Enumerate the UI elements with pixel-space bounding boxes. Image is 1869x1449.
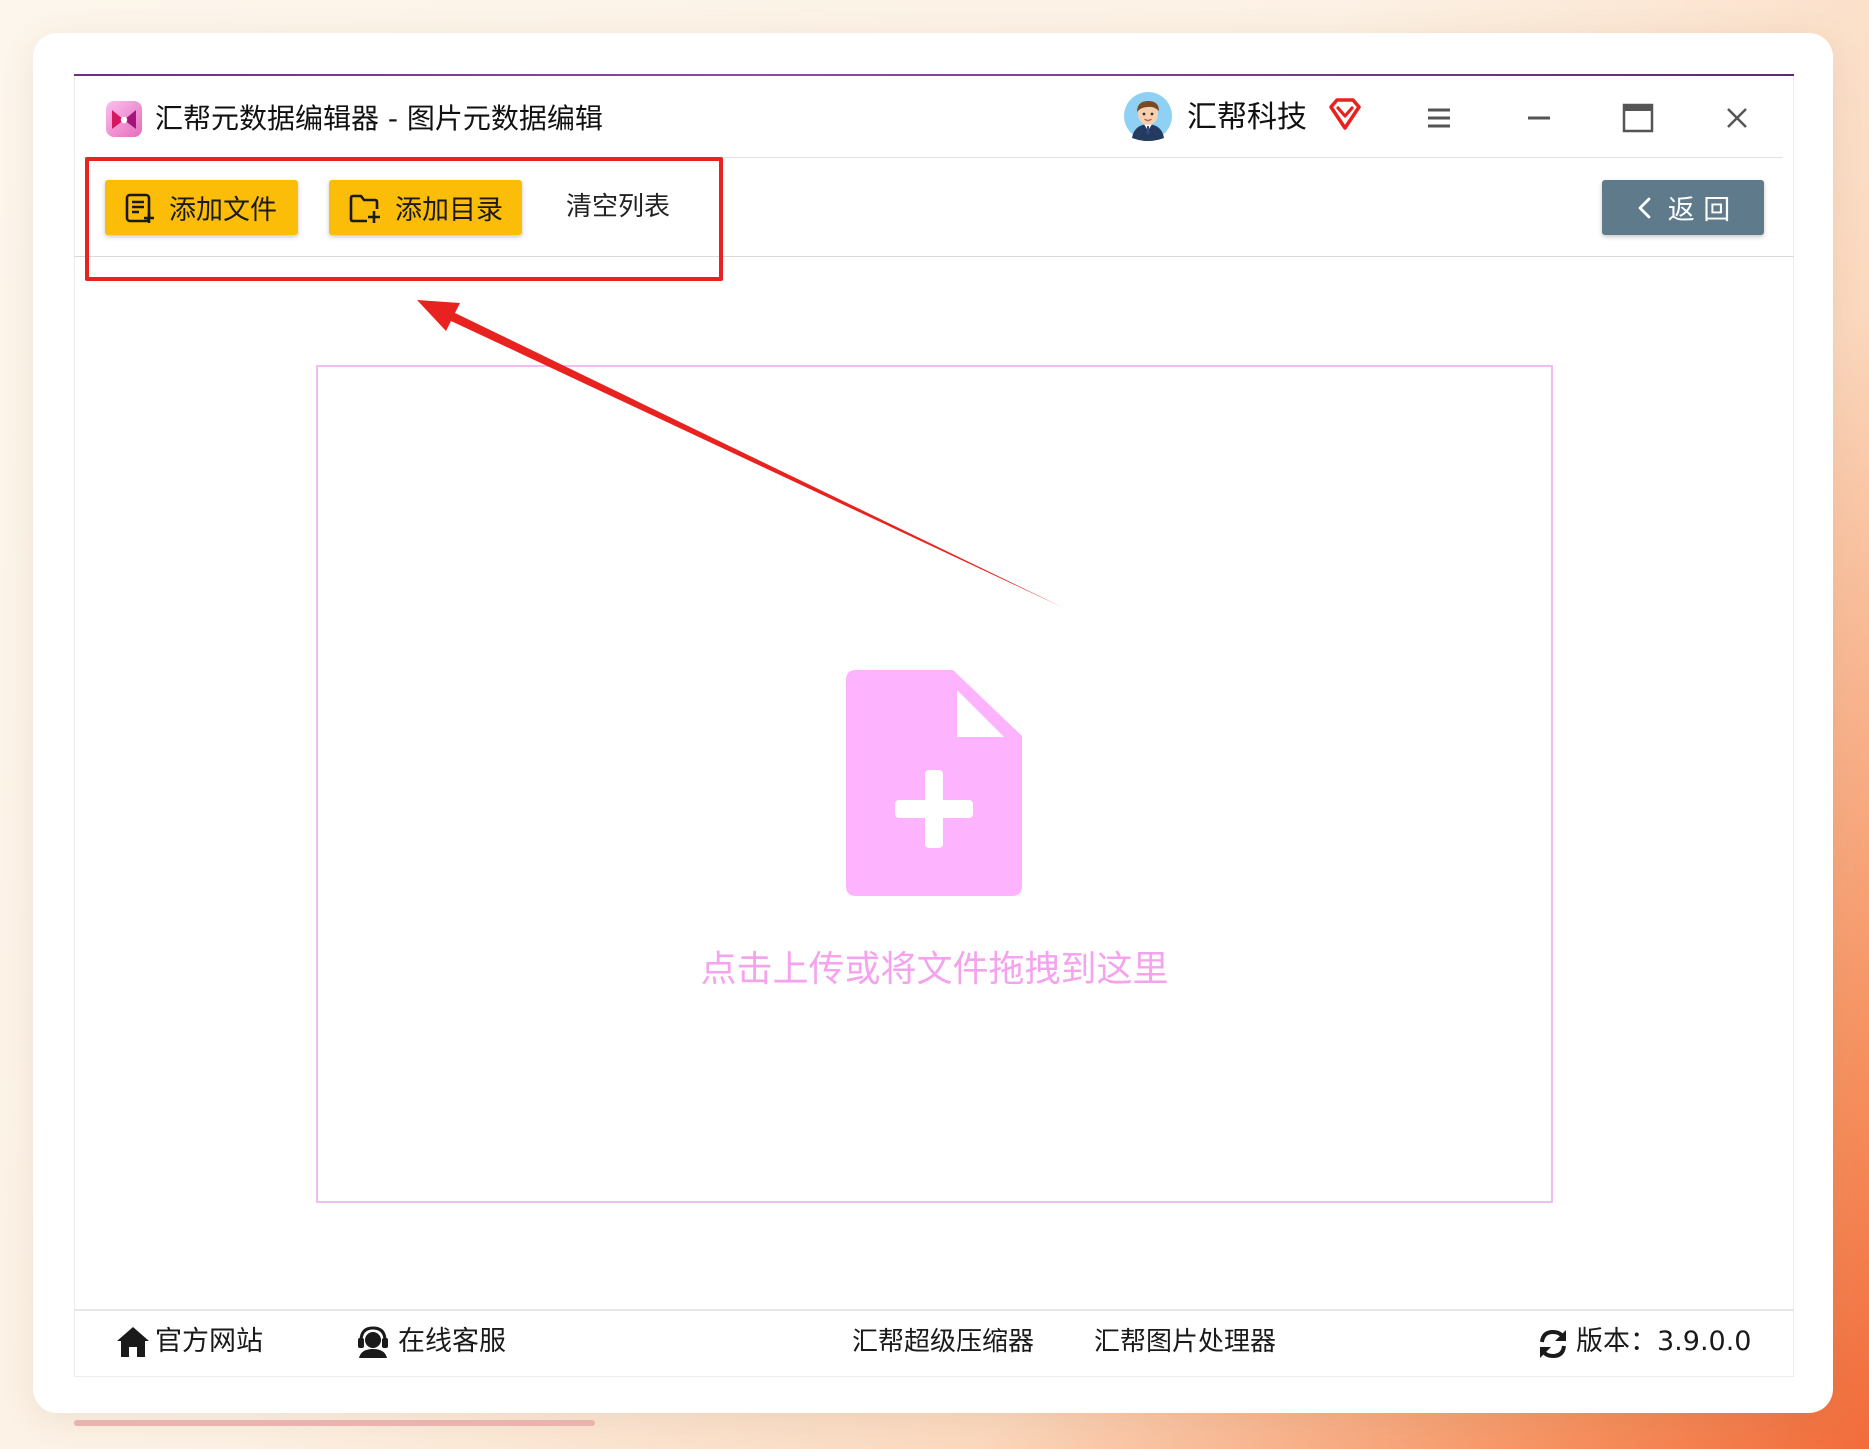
app-logo-icon xyxy=(105,100,143,138)
home-icon[interactable] xyxy=(115,1325,151,1359)
chevron-left-icon xyxy=(1636,196,1652,220)
vip-diamond-icon[interactable] xyxy=(1327,96,1363,132)
annotation-highlight-box xyxy=(85,157,723,281)
refresh-icon[interactable] xyxy=(1536,1327,1570,1361)
menu-icon[interactable] xyxy=(1427,107,1451,129)
compressor-link[interactable]: 汇帮超级压缩器 xyxy=(852,1322,1034,1362)
window-title: 汇帮元数据编辑器 - 图片元数据编辑 xyxy=(155,102,603,135)
horizontal-scrollbar[interactable] xyxy=(74,1420,595,1426)
back-label: 返 回 xyxy=(1667,195,1731,226)
image-processor-link[interactable]: 汇帮图片处理器 xyxy=(1094,1322,1276,1362)
version-label: 版本：3.9.0.0 xyxy=(1576,1326,1752,1357)
dropzone-prompt: 点击上传或将文件拖拽到这里 xyxy=(700,949,1169,990)
minimize-icon[interactable] xyxy=(1527,106,1551,130)
maximize-icon[interactable] xyxy=(1622,103,1654,133)
window-accent-line xyxy=(74,74,1794,76)
user-name[interactable]: 汇帮科技 xyxy=(1187,97,1307,139)
back-button[interactable]: 返 回 xyxy=(1602,180,1764,235)
close-icon[interactable] xyxy=(1726,107,1748,129)
website-link[interactable]: 官方网站 xyxy=(155,1322,263,1362)
file-plus-icon[interactable] xyxy=(846,670,1022,896)
user-avatar[interactable] xyxy=(1123,91,1173,141)
support-link[interactable]: 在线客服 xyxy=(398,1322,506,1362)
footer-divider xyxy=(74,1309,1794,1311)
headset-icon[interactable] xyxy=(355,1325,391,1359)
